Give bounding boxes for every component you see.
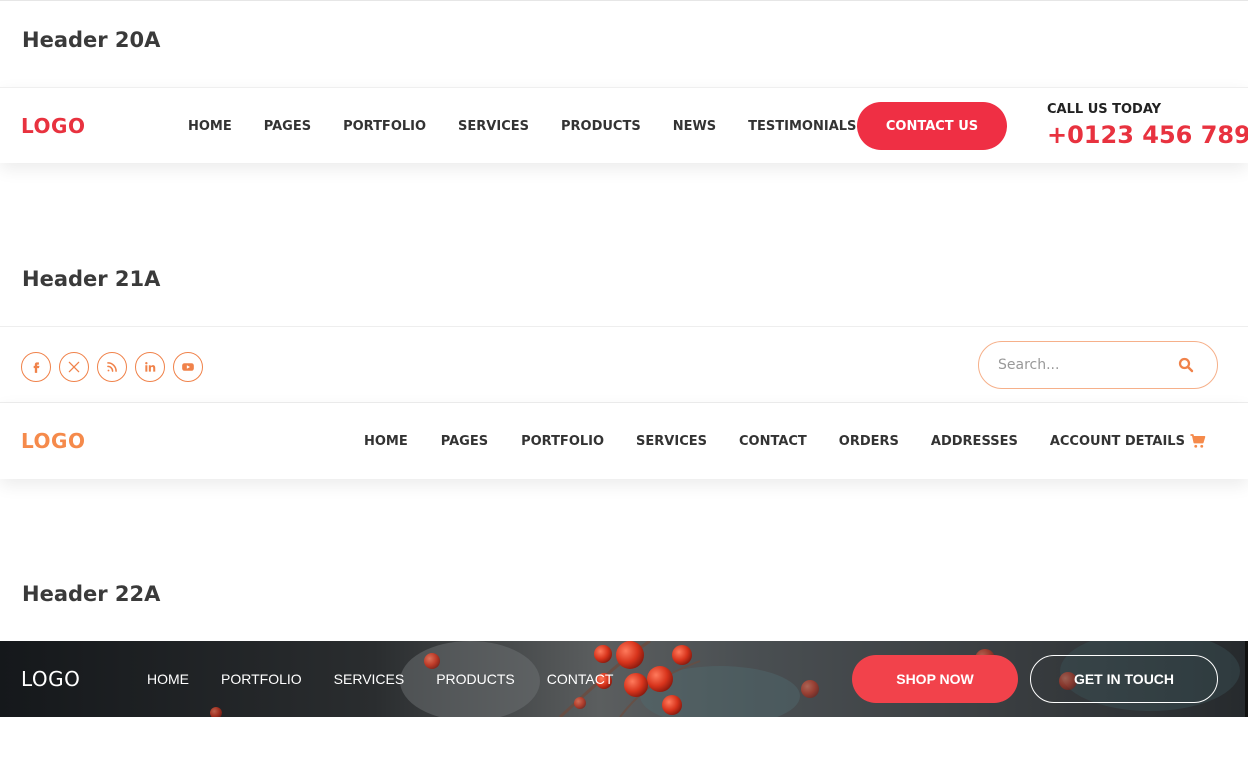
- nav-item-home[interactable]: HOME: [364, 434, 408, 449]
- section-title-header-22a: Header 22A: [22, 582, 161, 606]
- top-divider: [0, 0, 1248, 1]
- phone-number-link[interactable]: +0123 456 789: [1047, 121, 1248, 149]
- header-21a-topbar: [0, 326, 1248, 403]
- logo[interactable]: LOGO: [21, 429, 85, 453]
- section-title-header-21a: Header 21A: [22, 267, 161, 291]
- nav-item-addresses[interactable]: ADDRESSES: [931, 434, 1018, 449]
- header-22a: LOGO HOME PORTFOLIO SERVICES PRODUCTS CO…: [0, 641, 1248, 717]
- main-nav: HOME PORTFOLIO SERVICES PRODUCTS CONTACT: [147, 671, 613, 687]
- call-us-label: CALL US TODAY: [1047, 102, 1162, 117]
- facebook-icon[interactable]: [21, 352, 51, 382]
- header-21a: LOGO HOME PAGES PORTFOLIO SERVICES CONTA…: [0, 403, 1248, 479]
- nav-item-services[interactable]: SERVICES: [636, 434, 707, 449]
- nav-item-pages[interactable]: PAGES: [441, 434, 488, 449]
- nav-item-products[interactable]: PRODUCTS: [561, 119, 641, 134]
- get-in-touch-button[interactable]: GET IN TOUCH: [1030, 655, 1218, 703]
- nav-item-services[interactable]: SERVICES: [458, 119, 529, 134]
- nav-item-home[interactable]: HOME: [188, 119, 232, 134]
- search-input[interactable]: [998, 357, 1168, 373]
- nav-item-home[interactable]: HOME: [147, 671, 189, 687]
- nav-item-account-details[interactable]: ACCOUNT DETAILS: [1050, 434, 1185, 449]
- main-nav: HOME PAGES PORTFOLIO SERVICES CONTACT OR…: [364, 433, 1185, 449]
- nav-item-portfolio[interactable]: PORTFOLIO: [221, 671, 302, 687]
- nav-item-products[interactable]: PRODUCTS: [436, 671, 515, 687]
- nav-item-news[interactable]: NEWS: [673, 119, 716, 134]
- shop-now-button[interactable]: SHOP NOW: [852, 655, 1018, 703]
- shopping-cart-icon[interactable]: [1189, 432, 1207, 450]
- section-title-header-20a: Header 20A: [22, 28, 161, 52]
- rss-icon[interactable]: [97, 352, 127, 382]
- linkedin-icon[interactable]: [135, 352, 165, 382]
- contact-us-button[interactable]: CONTACT US: [857, 102, 1007, 150]
- nav-item-portfolio[interactable]: PORTFOLIO: [521, 434, 604, 449]
- logo[interactable]: LOGO: [21, 667, 80, 691]
- search-box: [978, 341, 1218, 389]
- logo[interactable]: LOGO: [21, 114, 85, 138]
- x-twitter-icon[interactable]: [59, 352, 89, 382]
- header-20a: LOGO HOME PAGES PORTFOLIO SERVICES PRODU…: [0, 87, 1248, 163]
- nav-item-portfolio[interactable]: PORTFOLIO: [343, 119, 426, 134]
- nav-item-orders[interactable]: ORDERS: [839, 434, 899, 449]
- nav-item-contact[interactable]: CONTACT: [739, 434, 807, 449]
- nav-item-contact[interactable]: CONTACT: [547, 671, 614, 687]
- youtube-icon[interactable]: [173, 352, 203, 382]
- nav-item-services[interactable]: SERVICES: [334, 671, 405, 687]
- main-nav: HOME PAGES PORTFOLIO SERVICES PRODUCTS N…: [188, 118, 856, 134]
- nav-item-pages[interactable]: PAGES: [264, 119, 311, 134]
- search-icon[interactable]: [1177, 356, 1195, 374]
- nav-item-testimonials[interactable]: TESTIMONIALS: [748, 119, 856, 134]
